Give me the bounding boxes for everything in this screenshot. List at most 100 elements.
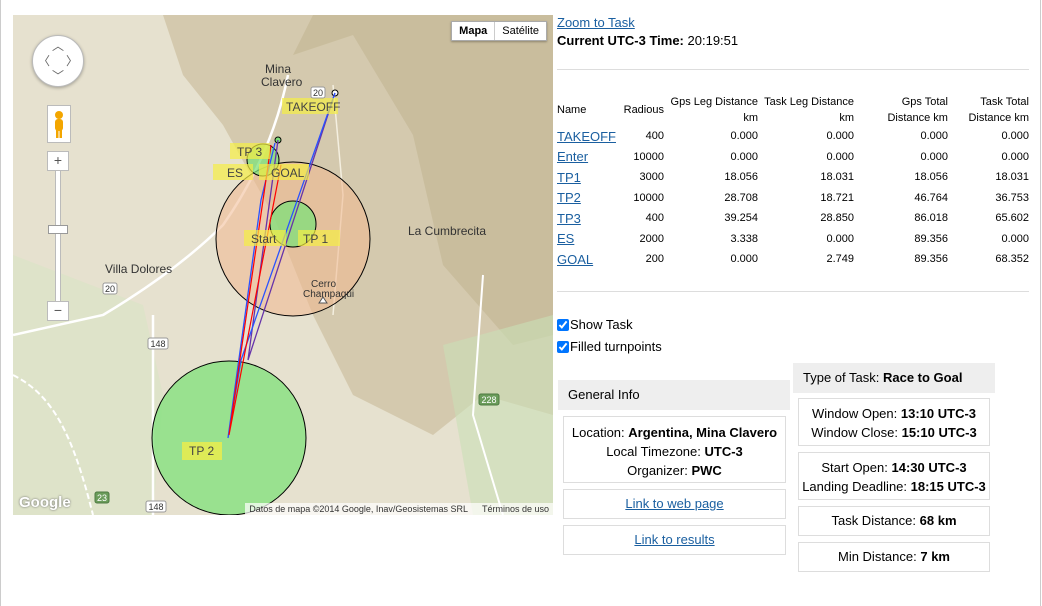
divider-mid xyxy=(557,291,1029,292)
shield-23-text: 23 xyxy=(97,493,107,503)
cell-task-total: 18.031 xyxy=(995,171,1029,184)
place-la-cumbrecita: La Cumbrecita xyxy=(408,224,486,238)
tp-label-start: Start xyxy=(251,232,277,246)
cell-radius: 400 xyxy=(645,212,664,225)
shield-20-left-text: 20 xyxy=(105,284,115,294)
col-gps-leg: Gps Leg Distance km xyxy=(670,96,758,124)
table-row: GOAL 200 0.000 2.749 89.356 68.352 xyxy=(557,249,1029,270)
place-mina: Mina xyxy=(265,62,291,76)
street-view-pegman[interactable] xyxy=(47,105,71,143)
cell-task-total: 68.352 xyxy=(995,253,1029,266)
turnpoint-name-cell: TAKEOFF xyxy=(557,126,616,147)
filled-turnpoints-checkbox[interactable] xyxy=(557,340,569,353)
window-open-label: Window Open: xyxy=(811,406,898,421)
web-page-link[interactable]: Link to web page xyxy=(625,496,723,511)
page-border-right xyxy=(1040,0,1041,606)
table-header-row: Name Radious Gps Leg Distance km Task Le… xyxy=(557,94,1029,126)
cell-radius: 10000 xyxy=(633,191,664,204)
results-link-box: Link to results xyxy=(563,525,786,555)
turnpoint-link[interactable]: TAKEOFF xyxy=(557,129,616,144)
turnpoint-link[interactable]: Enter xyxy=(557,149,588,164)
task-type-header: Type of Task: Race to Goal xyxy=(793,363,995,393)
cell-gps-leg: 0.000 xyxy=(730,253,758,266)
results-link[interactable]: Link to results xyxy=(634,532,714,547)
window-close-value: 15:10 UTC-3 xyxy=(901,425,977,440)
table-row: TP1 3000 18.056 18.031 18.056 18.031 xyxy=(557,167,1029,188)
tp-label-goal: GOAL xyxy=(271,166,305,180)
current-time-label: Current UTC-3 Time: xyxy=(557,33,684,48)
cell-radius: 2000 xyxy=(639,232,664,245)
organizer-label: Organizer: xyxy=(627,463,688,478)
map-canvas[interactable]: TAKEOFF TP 3 ES GOAL Start TP 1 TP 2 Min… xyxy=(13,15,553,515)
table-row: TP3 400 39.254 28.850 86.018 65.602 xyxy=(557,208,1029,229)
place-champaqui: Champaqui xyxy=(303,289,354,300)
shield-228-text: 228 xyxy=(481,395,496,405)
cell-gps-leg: 39.254 xyxy=(724,212,758,225)
cell-radius: 400 xyxy=(645,130,664,143)
cell-task-leg: 0.000 xyxy=(826,150,854,163)
zoom-to-task-link[interactable]: Zoom to Task xyxy=(557,15,635,30)
table-row: Enter 10000 0.000 0.000 0.000 0.000 xyxy=(557,147,1029,168)
show-task-option[interactable]: Show Task xyxy=(557,317,633,332)
cell-gps-leg: 3.338 xyxy=(730,232,758,245)
turnpoint-link[interactable]: TP2 xyxy=(557,190,581,205)
tp-label-es: ES xyxy=(227,166,243,180)
task-distance-label: Task Distance: xyxy=(831,513,917,528)
cell-task-total: 65.602 xyxy=(995,212,1029,225)
table-body: TAKEOFF 400 0.000 0.000 0.000 0.000 Enter 10000… xyxy=(557,126,1029,270)
show-task-checkbox[interactable] xyxy=(557,318,569,331)
terms-link[interactable]: Términos de uso xyxy=(482,504,549,514)
pan-left-icon[interactable]: 〈 xyxy=(38,55,50,67)
turnpoint-link[interactable]: GOAL xyxy=(557,252,593,267)
pan-up-icon[interactable]: ︿ xyxy=(52,40,64,52)
tp-label-tp3: TP 3 xyxy=(237,145,262,159)
table-row: TAKEOFF 400 0.000 0.000 0.000 0.000 xyxy=(557,126,1029,147)
zoom-in-button[interactable]: + xyxy=(47,151,69,171)
turnpoint-link[interactable]: ES xyxy=(557,231,574,246)
cell-task-leg: 28.850 xyxy=(820,212,854,225)
turnpoint-link[interactable]: TP1 xyxy=(557,170,581,185)
general-info-title: General Info xyxy=(568,387,640,402)
show-task-label: Show Task xyxy=(570,317,633,332)
cell-gps-total: 89.356 xyxy=(914,253,948,266)
window-close-line: Window Close: 15:10 UTC-3 xyxy=(799,423,989,442)
zoom-slider-track[interactable] xyxy=(48,171,68,301)
cell-task-leg: 18.031 xyxy=(820,171,854,184)
map-type-satellite-button[interactable]: Satélite xyxy=(494,22,546,40)
google-logo[interactable]: Google xyxy=(19,494,71,511)
start-open-line: Start Open: 14:30 UTC-3 xyxy=(799,458,989,477)
tp-label-tp2: TP 2 xyxy=(189,444,214,458)
cylinder-tp2[interactable] xyxy=(151,360,307,515)
zoom-control: + − xyxy=(47,151,69,321)
place-clavero: Clavero xyxy=(261,75,303,89)
web-link-box: Link to web page xyxy=(563,489,786,519)
place-villa-dolores: Villa Dolores xyxy=(105,262,172,276)
start-open-label: Start Open: xyxy=(821,460,888,475)
cell-task-total: 36.753 xyxy=(995,191,1029,204)
zoom-out-button[interactable]: − xyxy=(47,301,69,321)
turnpoint-link[interactable]: TP3 xyxy=(557,211,581,226)
col-task-total: Task Total Distance km xyxy=(968,96,1029,124)
task-map[interactable]: TAKEOFF TP 3 ES GOAL Start TP 1 TP 2 Min… xyxy=(13,15,553,515)
pan-right-icon[interactable]: 〉 xyxy=(66,55,78,67)
col-gps-total: Gps Total Distance km xyxy=(887,96,948,124)
shield-148-mid-text: 148 xyxy=(150,339,165,349)
cell-gps-leg: 18.056 xyxy=(724,171,758,184)
current-time-value: 20:19:51 xyxy=(687,33,739,48)
task-type-value: Race to Goal xyxy=(882,370,963,385)
cell-task-leg: 0.000 xyxy=(826,130,854,143)
turnpoint-name-cell: TP1 xyxy=(557,167,616,188)
pan-down-icon[interactable]: ﹀ xyxy=(52,70,64,82)
pan-control[interactable]: ︿ ﹀ 〈 〉 xyxy=(32,35,84,87)
zoom-to-task-row: Zoom to Task xyxy=(557,15,1029,30)
zoom-slider-handle[interactable] xyxy=(48,225,68,234)
location-label: Location: xyxy=(571,425,625,440)
timezone-value: UTC-3 xyxy=(704,444,743,459)
filled-turnpoints-option[interactable]: Filled turnpoints xyxy=(557,339,662,354)
turnpoint-name-cell: GOAL xyxy=(557,249,616,270)
turnpoint-name-cell: Enter xyxy=(557,147,616,168)
map-type-mapa-button[interactable]: Mapa xyxy=(452,22,494,40)
cell-task-total: 0.000 xyxy=(1001,130,1029,143)
cell-task-total: 0.000 xyxy=(1001,232,1029,245)
cell-gps-total: 18.056 xyxy=(914,171,948,184)
